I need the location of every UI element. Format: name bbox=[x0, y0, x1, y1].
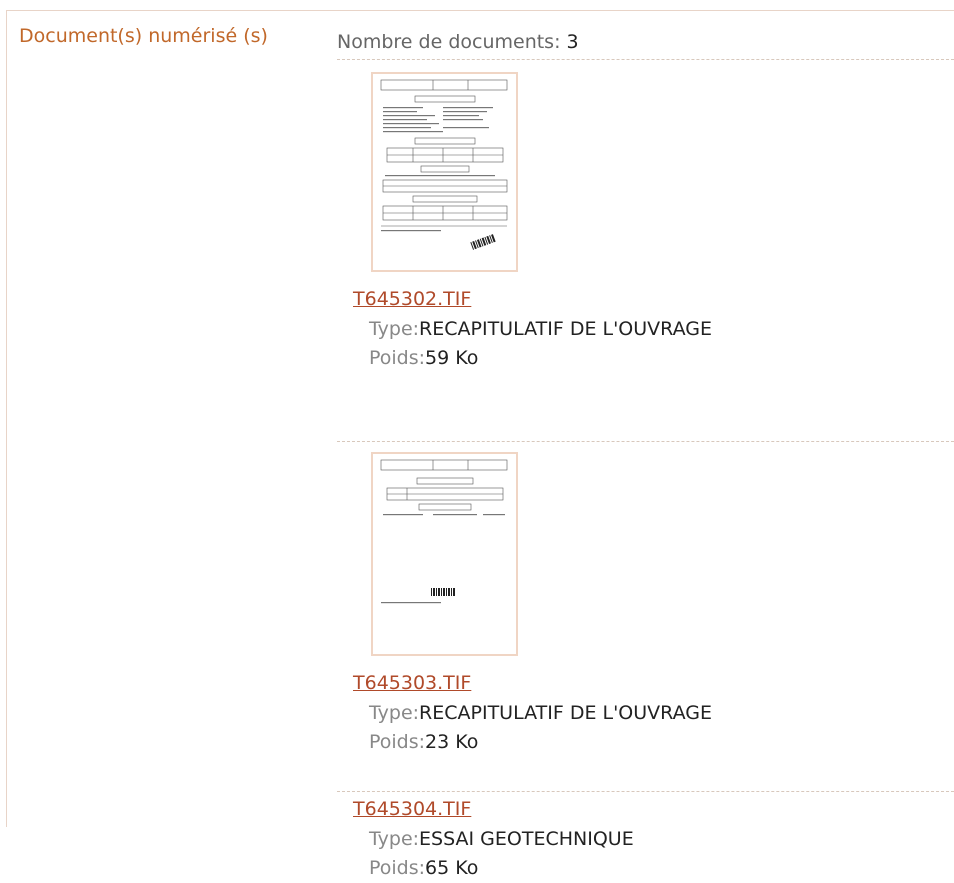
type-label: Type: bbox=[369, 702, 420, 724]
weight-value: 23 Ko bbox=[425, 731, 479, 753]
type-value: RECAPITULATIF DE L'OUVRAGE bbox=[419, 702, 712, 724]
section-label: Document(s) numérisé (s) bbox=[19, 25, 268, 47]
type-label: Type: bbox=[369, 828, 420, 850]
document-count-value: 3 bbox=[566, 31, 579, 53]
document-item: T645303.TIF Type:RECAPITULATIF DE L'OUVR… bbox=[337, 452, 954, 792]
document-weight-row: Poids:65 Ko bbox=[369, 854, 954, 883]
document-type-row: Type:RECAPITULATIF DE L'OUVRAGE bbox=[369, 699, 954, 728]
document-filename-link[interactable]: T645303.TIF bbox=[353, 672, 471, 694]
type-value: RECAPITULATIF DE L'OUVRAGE bbox=[419, 318, 712, 340]
document-item: T645302.TIF Type:RECAPITULATIF DE L'OUVR… bbox=[337, 72, 954, 442]
weight-value: 65 Ko bbox=[425, 857, 479, 879]
weight-label: Poids: bbox=[369, 347, 426, 369]
documents-panel: Nombre de documents: 3 T645302.TIF Type:… bbox=[337, 29, 954, 883]
weight-label: Poids: bbox=[369, 857, 426, 879]
document-filename-link[interactable]: T645304.TIF bbox=[353, 798, 471, 820]
document-type-row: Type:RECAPITULATIF DE L'OUVRAGE bbox=[369, 315, 954, 344]
document-thumbnail[interactable] bbox=[371, 452, 518, 656]
type-value: ESSAI GEOTECHNIQUE bbox=[419, 828, 634, 850]
document-count-row: Nombre de documents: 3 bbox=[337, 29, 954, 60]
scanned-page-preview bbox=[380, 79, 508, 250]
document-weight-row: Poids:59 Ko bbox=[369, 344, 954, 373]
document-item: T645304.TIF Type:ESSAI GEOTECHNIQUE Poid… bbox=[337, 792, 954, 883]
weight-value: 59 Ko bbox=[425, 347, 479, 369]
document-weight-row: Poids:23 Ko bbox=[369, 728, 954, 757]
document-thumbnail[interactable] bbox=[371, 72, 518, 272]
scanned-page-preview bbox=[380, 459, 508, 604]
document-filename-link[interactable]: T645302.TIF bbox=[353, 288, 471, 310]
weight-label: Poids: bbox=[369, 731, 426, 753]
document-count-label: Nombre de documents: bbox=[337, 31, 567, 53]
type-label: Type: bbox=[369, 318, 420, 340]
document-type-row: Type:ESSAI GEOTECHNIQUE bbox=[369, 825, 954, 854]
